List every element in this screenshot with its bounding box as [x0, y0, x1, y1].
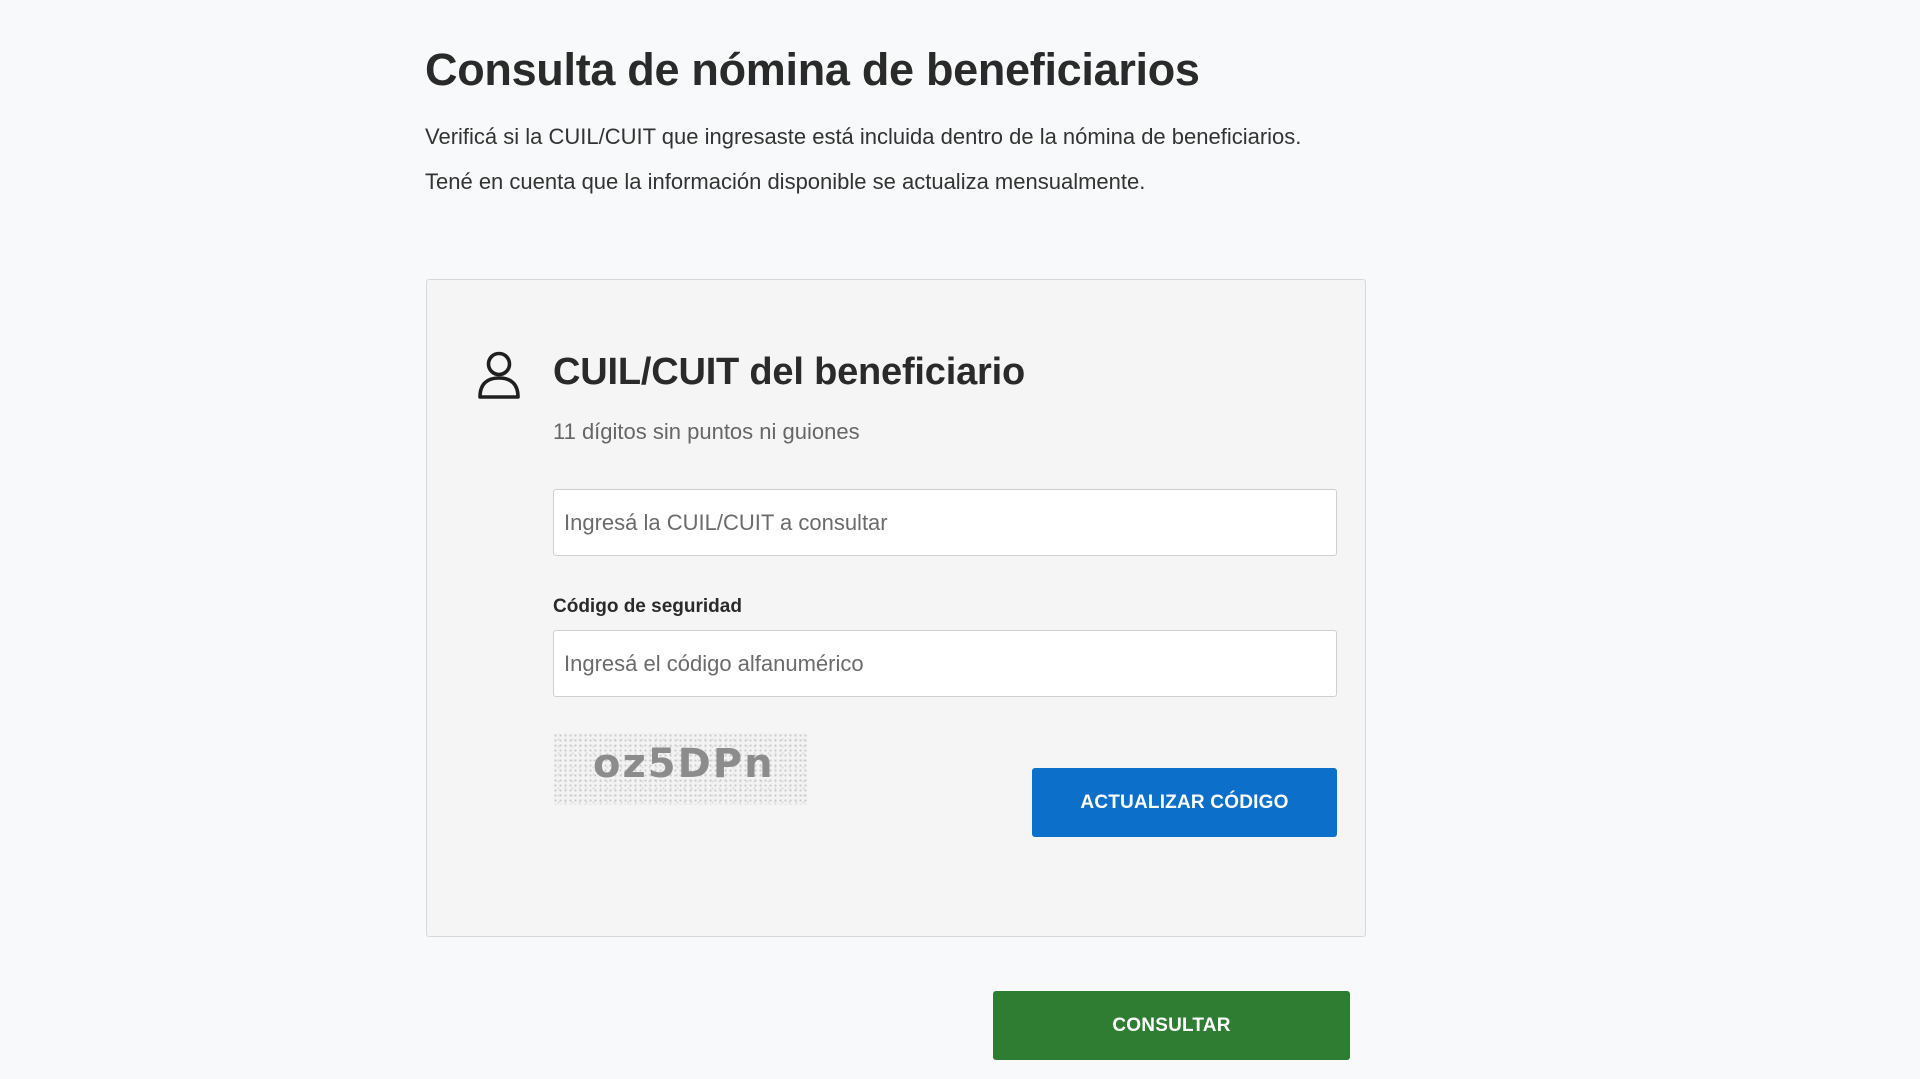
intro-text-line-2: Tené en cuenta que la información dispon…: [425, 169, 1146, 194]
cuil-cuit-input[interactable]: [553, 489, 1337, 556]
refresh-code-button[interactable]: ACTUALIZAR CÓDIGO: [1032, 768, 1337, 837]
security-code-input[interactable]: [553, 630, 1337, 697]
security-code-label: Código de seguridad: [553, 596, 742, 617]
captcha-image: oz5DPn: [553, 733, 807, 805]
cuil-format-hint: 11 dígitos sin puntos ni guiones: [553, 419, 860, 444]
intro-text-line-1: Verificá si la CUIL/CUIT que ingresaste …: [425, 124, 1302, 149]
captcha-text: oz5DPn: [593, 741, 775, 787]
page-title: Consulta de nómina de beneficiarios: [425, 44, 1200, 95]
beneficiary-form-card: CUIL/CUIT del beneficiario 11 dígitos si…: [426, 279, 1366, 937]
user-icon: [478, 351, 520, 399]
consultar-button[interactable]: CONSULTAR: [993, 991, 1350, 1060]
form-title: CUIL/CUIT del beneficiario: [553, 351, 1025, 393]
